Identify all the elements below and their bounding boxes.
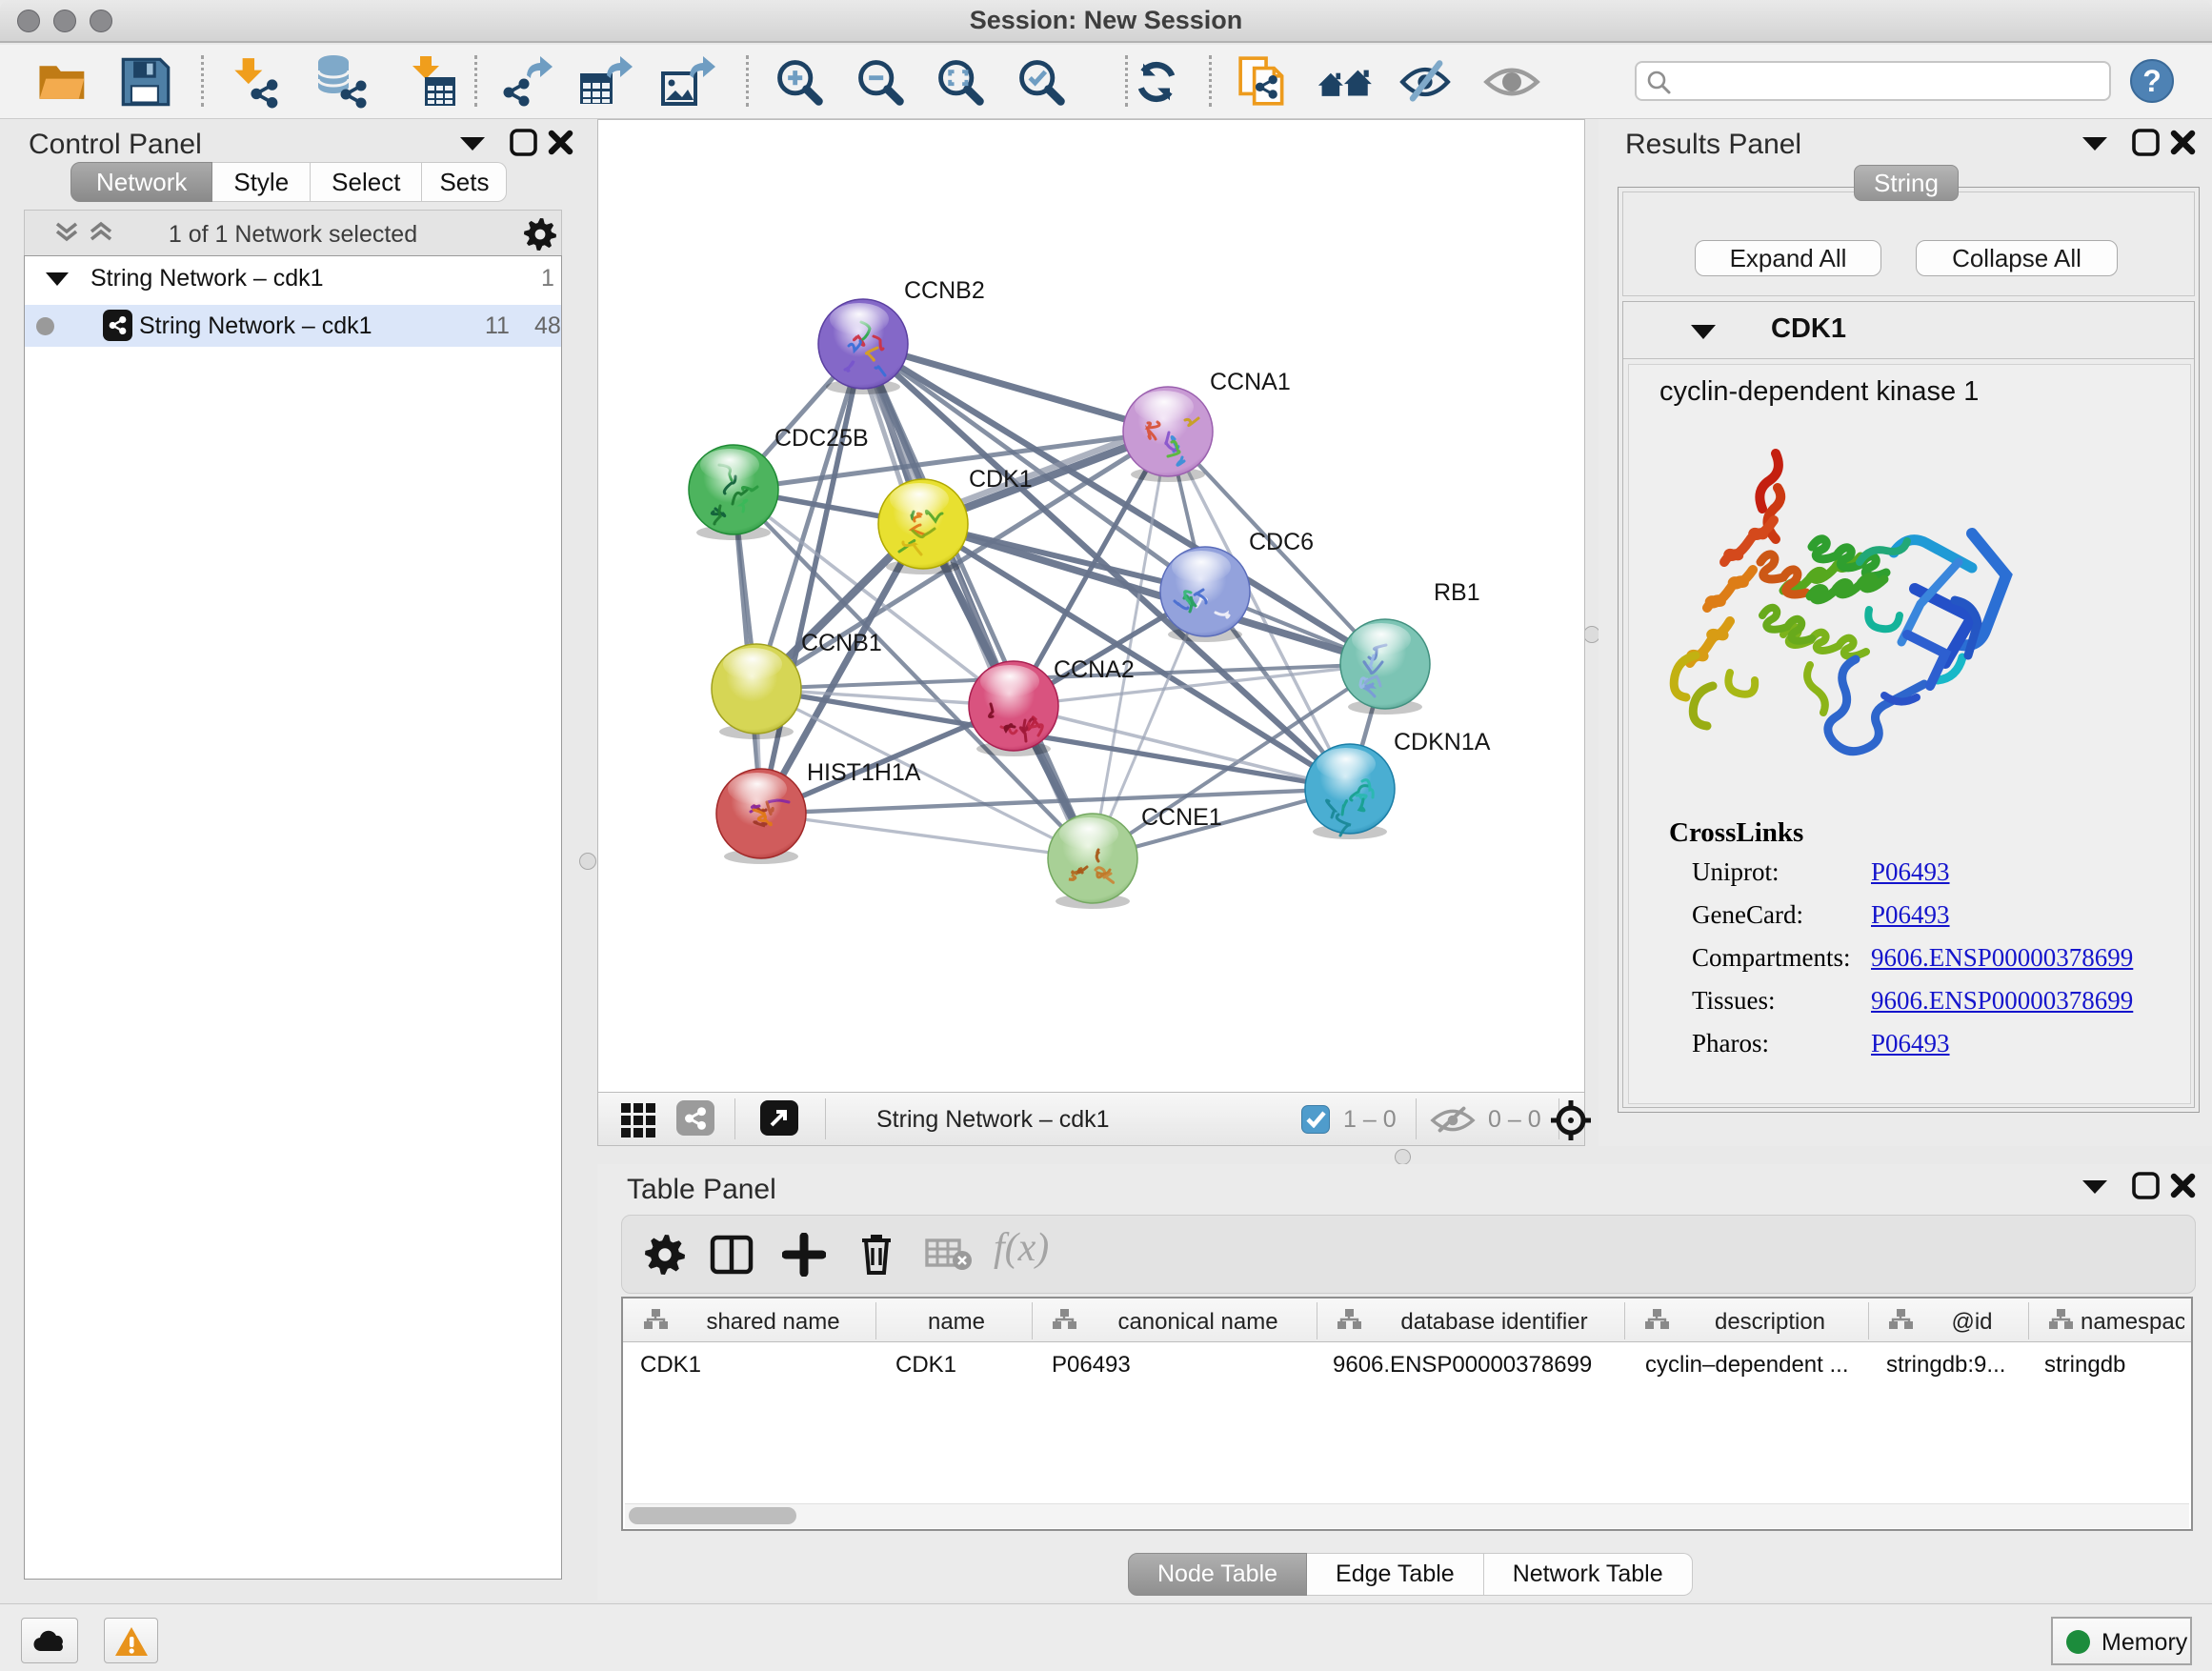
svg-text:CCNA2: CCNA2 [1054,656,1135,683]
svg-text:RB1: RB1 [1434,579,1480,606]
svg-text:CCNB2: CCNB2 [904,277,985,304]
svg-text:CDC6: CDC6 [1249,529,1314,555]
svg-text:CCNB1: CCNB1 [801,630,882,656]
svg-text:CDKN1A: CDKN1A [1394,729,1491,755]
svg-text:CCNE1: CCNE1 [1141,804,1222,831]
svg-text:CDK1: CDK1 [969,466,1033,493]
svg-text:HIST1H1A: HIST1H1A [807,759,921,786]
svg-text:CDC25B: CDC25B [774,425,869,452]
svg-text:CCNA1: CCNA1 [1210,369,1291,395]
